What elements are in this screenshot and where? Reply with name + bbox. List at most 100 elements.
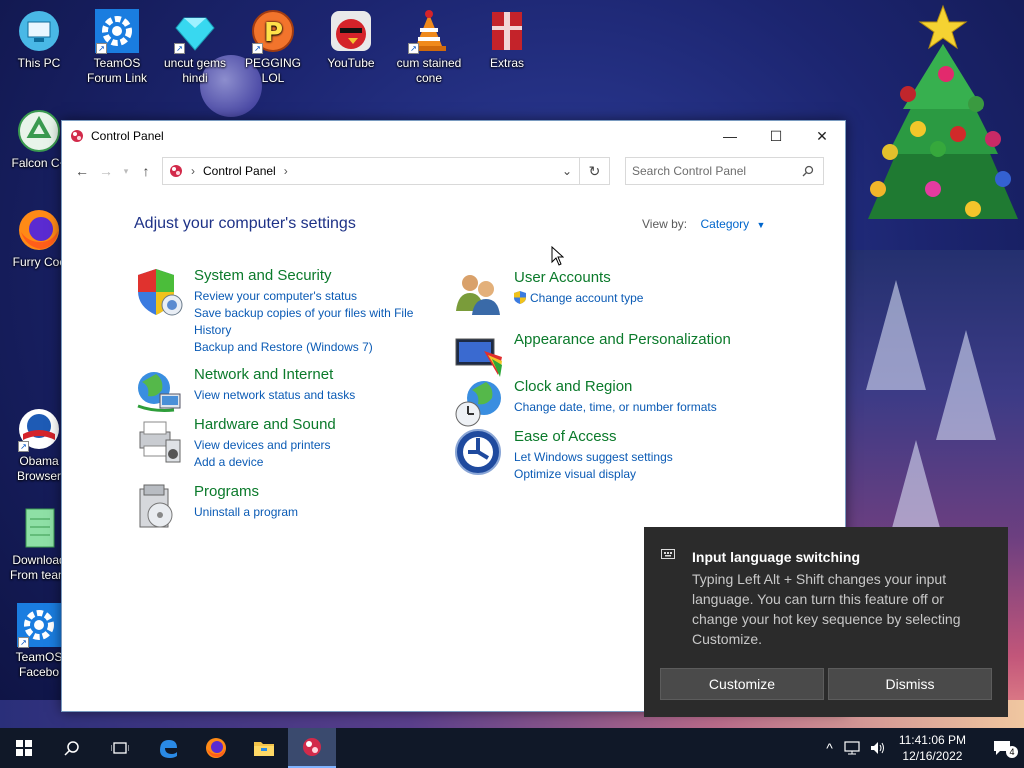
- category-link[interactable]: Backup and Restore (Windows 7): [194, 339, 434, 356]
- category-link[interactable]: Change date, time, or number formats: [514, 399, 754, 416]
- desktop-icon-label: uncut gems hindi: [163, 56, 227, 85]
- chevron-down-icon[interactable]: ▼: [757, 220, 766, 230]
- shield-icon: [138, 269, 183, 316]
- control-panel-icon: [303, 738, 321, 756]
- category-link[interactable]: Optimize visual display: [514, 466, 754, 483]
- breadcrumb-separator-icon[interactable]: ›: [284, 164, 288, 178]
- vlc-cone-icon: ↗: [406, 8, 452, 54]
- task-view-button[interactable]: [96, 728, 144, 768]
- navigation-bar: ← → ▾ ↑ › Control Panel › ⌄ ↻: [62, 151, 845, 191]
- refresh-button[interactable]: ↻: [580, 157, 610, 185]
- up-arrow-icon[interactable]: ↑: [134, 163, 158, 179]
- minimize-button[interactable]: —: [707, 121, 753, 151]
- shortcut-arrow-icon: ↗: [96, 43, 107, 54]
- back-arrow-icon[interactable]: ←: [70, 163, 94, 179]
- chevron-down-icon[interactable]: ⌄: [555, 164, 579, 178]
- search-box[interactable]: [625, 157, 824, 185]
- desktop-icon-cone[interactable]: ↗ cum stained cone: [390, 8, 468, 86]
- this-pc-icon: [16, 8, 62, 54]
- folder-icon: [254, 742, 274, 756]
- address-bar[interactable]: › Control Panel › ⌄: [162, 157, 580, 185]
- desktop-icon-this-pc[interactable]: This PC: [0, 8, 78, 71]
- shortcut-arrow-icon: ↗: [252, 43, 263, 54]
- category-link[interactable]: Review your computer's status: [194, 288, 434, 305]
- category-link[interactable]: View network status and tasks: [194, 387, 434, 404]
- programs-icon: [139, 484, 173, 528]
- search-input[interactable]: [632, 164, 802, 178]
- shortcut-arrow-icon: ↗: [408, 43, 419, 54]
- customize-button[interactable]: Customize: [660, 668, 824, 700]
- desktop-icon-label: TeamOS Forum Link: [86, 56, 148, 85]
- network-icon[interactable]: [844, 741, 860, 755]
- notepad-icon: [16, 505, 62, 551]
- printer-icon: [139, 421, 181, 463]
- desktop-icon-label: cum stained cone: [396, 56, 462, 85]
- desktop-icon-label: This PC: [17, 56, 61, 70]
- clock-date: 12/16/2022: [902, 749, 963, 763]
- breadcrumb-separator-icon: ›: [191, 164, 195, 178]
- taskbar-control-panel[interactable]: [288, 728, 336, 768]
- category-title[interactable]: User Accounts: [514, 269, 611, 286]
- display-palette-icon: [455, 338, 502, 377]
- shortcut-arrow-icon: ↗: [174, 43, 185, 54]
- taskbar-edge[interactable]: [144, 728, 192, 768]
- category-title[interactable]: System and Security: [194, 267, 332, 284]
- start-button[interactable]: [0, 728, 48, 768]
- control-panel-icon: [170, 165, 182, 177]
- taskbar-file-explorer[interactable]: [240, 728, 288, 768]
- category-link-label[interactable]: Change account type: [530, 291, 643, 305]
- christmas-tree-wallpaper: [868, 4, 1018, 219]
- clock-time: 11:41:06 PM: [898, 733, 966, 747]
- refresh-icon: ↻: [588, 162, 601, 179]
- category-link[interactable]: Save backup copies of your files with Fi…: [194, 305, 434, 339]
- category-title[interactable]: Clock and Region: [514, 378, 632, 395]
- title-bar[interactable]: Control Panel — ☐ ✕: [62, 121, 845, 151]
- page-title: Adjust your computer's settings: [134, 215, 356, 232]
- category-title[interactable]: Network and Internet: [194, 366, 333, 383]
- desktop-icon-teamos-forum[interactable]: ↗ TeamOS Forum Link: [78, 8, 156, 86]
- category-title[interactable]: Hardware and Sound: [194, 416, 336, 433]
- category-link[interactable]: Add a device: [194, 454, 434, 471]
- volume-icon[interactable]: [870, 741, 886, 755]
- toast-title: Input language switching: [692, 549, 860, 565]
- desktop-icon-extras[interactable]: Extras: [468, 8, 546, 71]
- show-hidden-icons-chevron-icon[interactable]: ^: [826, 740, 833, 756]
- mouse-cursor-icon: [551, 246, 564, 266]
- clock[interactable]: 11:41:06 PM 12/16/2022: [899, 732, 966, 764]
- category-link[interactable]: Uninstall a program: [194, 504, 434, 521]
- search-icon[interactable]: [802, 165, 814, 177]
- windows-logo-icon: [16, 740, 32, 756]
- desktop-icon-label: TeamOS Facebo: [15, 650, 63, 679]
- close-button[interactable]: ✕: [799, 121, 845, 151]
- desktop-icon-label: Obama Browser: [16, 454, 61, 483]
- dismiss-button[interactable]: Dismiss: [828, 668, 992, 700]
- desktop-icon-youtube[interactable]: YouTube: [312, 8, 390, 71]
- category-link[interactable]: View devices and printers: [194, 437, 434, 454]
- desktop-icon-label: YouTube: [327, 56, 375, 70]
- category-title[interactable]: Programs: [194, 483, 259, 500]
- desktop-icon-uncut-gems[interactable]: ↗ uncut gems hindi: [156, 8, 234, 86]
- obama-logo-icon: ↗: [16, 406, 62, 452]
- taskbar-firefox[interactable]: [192, 728, 240, 768]
- breadcrumb-control-panel[interactable]: Control Panel: [203, 164, 276, 178]
- view-by-dropdown[interactable]: Category: [700, 217, 749, 231]
- svg-text:P: P: [264, 18, 283, 48]
- shortcut-arrow-icon: ↗: [18, 441, 29, 452]
- firefox-icon: [16, 207, 62, 253]
- category-title[interactable]: Appearance and Personalization: [514, 331, 731, 348]
- category-link[interactable]: Change account type: [514, 290, 754, 307]
- category-title[interactable]: Ease of Access: [514, 428, 617, 445]
- recent-locations-chevron-icon[interactable]: ▾: [118, 166, 134, 177]
- desktop-icon-pegging[interactable]: P ↗ PEGGING LOL: [234, 8, 312, 86]
- search-icon: [64, 741, 79, 756]
- users-icon: [456, 275, 500, 315]
- notification-count-badge: 4: [1006, 746, 1018, 758]
- search-button[interactable]: [48, 728, 96, 768]
- toast-message: Typing Left Alt + Shift changes your inp…: [692, 571, 961, 647]
- maximize-button[interactable]: ☐: [753, 121, 799, 151]
- forward-arrow-icon[interactable]: →: [94, 163, 118, 179]
- action-center-button[interactable]: 4: [980, 728, 1024, 768]
- taskbar: ^ 11:41:06 PM 12/16/2022 4: [0, 728, 1024, 768]
- gear-icon: ↗: [16, 602, 62, 648]
- category-link[interactable]: Let Windows suggest settings: [514, 449, 754, 466]
